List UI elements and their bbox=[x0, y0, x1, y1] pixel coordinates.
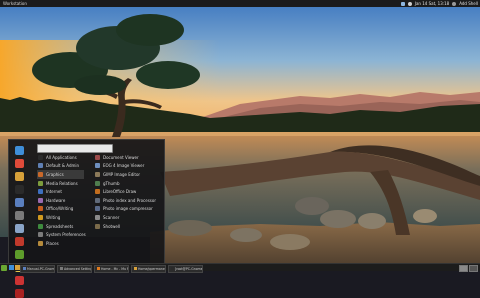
category-label: Places bbox=[46, 240, 59, 246]
volume-icon[interactable] bbox=[407, 1, 412, 6]
application-icon bbox=[95, 171, 100, 177]
application-item[interactable]: Photo image compressor bbox=[94, 205, 162, 214]
category-icon bbox=[38, 214, 43, 220]
category-icon bbox=[38, 240, 43, 246]
category-label: Office/Writing bbox=[46, 206, 74, 212]
category-item[interactable]: Office/Writing bbox=[37, 205, 89, 214]
taskbar-window-button[interactable]: Home - Mc - Mu Mozil bbox=[94, 264, 129, 273]
files-icon[interactable] bbox=[14, 172, 24, 181]
logout-icon[interactable] bbox=[14, 276, 24, 285]
category-icon bbox=[38, 197, 43, 203]
category-icon bbox=[38, 163, 43, 169]
category-label: Writing bbox=[46, 214, 61, 220]
category-icon bbox=[38, 171, 43, 177]
category-icon bbox=[38, 180, 43, 186]
workspace-2[interactable] bbox=[469, 265, 478, 272]
network-icon[interactable] bbox=[400, 1, 405, 6]
category-label: Internet bbox=[46, 189, 62, 195]
session-menu[interactable]: Add Shell bbox=[459, 0, 478, 7]
screenshot-icon[interactable] bbox=[14, 224, 24, 233]
system-icon[interactable] bbox=[14, 250, 24, 259]
mail-icon[interactable] bbox=[14, 198, 24, 207]
category-item[interactable]: All Applications bbox=[37, 153, 89, 162]
panel-title[interactable]: Workstation bbox=[3, 0, 27, 7]
category-item[interactable]: Hardware bbox=[37, 196, 89, 205]
power-icon[interactable] bbox=[14, 289, 24, 298]
application-icon bbox=[95, 206, 100, 212]
category-icon bbox=[38, 154, 43, 160]
user-icon[interactable] bbox=[452, 1, 457, 6]
application-item[interactable]: LibreOffice Draw bbox=[94, 187, 162, 196]
application-icon bbox=[95, 223, 100, 229]
application-icon bbox=[95, 189, 100, 195]
application-icon bbox=[95, 154, 100, 160]
category-icon bbox=[38, 232, 43, 238]
category-label: System Preferences bbox=[46, 232, 86, 238]
browser-launcher-icon[interactable] bbox=[9, 265, 14, 270]
panel-tray: Jan 14 Sat, 13:18 Add Shell bbox=[400, 0, 478, 7]
search-input[interactable] bbox=[37, 144, 113, 153]
calendar-icon[interactable] bbox=[14, 237, 24, 246]
application-label: EOG 4 Image Viewer bbox=[103, 163, 145, 169]
category-item[interactable]: Default & Admin bbox=[37, 162, 89, 171]
category-list: All Applications Default & Admin Graphics M… bbox=[37, 153, 89, 248]
favorites-bar bbox=[12, 146, 26, 298]
panel-clock[interactable]: Jan 14 Sat, 13:18 bbox=[415, 0, 449, 7]
settings-icon[interactable] bbox=[14, 211, 24, 220]
application-icon bbox=[95, 214, 100, 220]
category-label: Graphics bbox=[46, 171, 64, 177]
application-label: GIMP Image Editor bbox=[103, 171, 141, 177]
application-icon bbox=[95, 197, 100, 203]
application-label: Document Viewer bbox=[103, 154, 139, 160]
taskbar-window-button[interactable]: [root@PC-Gnome] - Mo bbox=[168, 264, 203, 273]
application-item[interactable]: gThumb bbox=[94, 179, 162, 188]
application-menu: All Applications Default & Admin Graphics M… bbox=[8, 139, 165, 298]
category-item[interactable]: Places bbox=[37, 239, 89, 248]
application-item[interactable]: Document Viewer bbox=[94, 153, 162, 162]
category-item[interactable]: Internet bbox=[37, 187, 89, 196]
category-icon bbox=[38, 223, 43, 229]
application-label: gThumb bbox=[103, 180, 120, 186]
application-list: Document Viewer EOG 4 Image Viewer GIMP Im… bbox=[94, 153, 162, 230]
taskbar-window-button[interactable]: Home/ppermanent - Mo bbox=[131, 264, 166, 273]
window-list: Manual-PC-Gnome - MuAdvanced SettingsHom… bbox=[20, 264, 203, 273]
application-label: Shotwell bbox=[103, 223, 121, 229]
application-item[interactable]: Photo index and Processor bbox=[94, 196, 162, 205]
application-item[interactable]: EOG 4 Image Viewer bbox=[94, 162, 162, 171]
terminal-icon[interactable] bbox=[14, 185, 24, 194]
category-icon bbox=[38, 189, 43, 195]
taskbar-window-button[interactable]: Manual-PC-Gnome - Mu bbox=[20, 264, 55, 273]
workspace-switcher bbox=[459, 265, 478, 272]
category-item[interactable]: Spreadsheets bbox=[37, 222, 89, 231]
category-item[interactable]: System Preferences bbox=[37, 230, 89, 239]
application-label: Scanner bbox=[103, 214, 120, 220]
application-label: LibreOffice Draw bbox=[103, 189, 137, 195]
application-item[interactable]: Scanner bbox=[94, 213, 162, 222]
workspace-1[interactable] bbox=[459, 265, 468, 272]
top-panel: Workstation Jan 14 Sat, 13:18 Add Shell bbox=[0, 0, 480, 7]
category-label: Hardware bbox=[46, 197, 66, 203]
application-label: Photo image compressor bbox=[103, 206, 153, 212]
application-icon bbox=[95, 180, 100, 186]
browser-icon[interactable] bbox=[14, 146, 24, 155]
category-label: Default & Admin bbox=[46, 163, 80, 169]
category-item[interactable]: Writing bbox=[37, 213, 89, 222]
category-item[interactable]: Graphics bbox=[37, 170, 84, 179]
software-icon[interactable] bbox=[14, 159, 24, 168]
category-label: Spreadsheets bbox=[46, 223, 74, 229]
application-item[interactable]: GIMP Image Editor bbox=[94, 170, 162, 179]
application-label: Photo index and Processor bbox=[103, 197, 156, 203]
category-icon bbox=[38, 206, 43, 212]
category-label: All Applications bbox=[46, 154, 77, 160]
taskbar-window-button[interactable]: Advanced Settings bbox=[57, 264, 92, 273]
category-item[interactable]: Media Relations bbox=[37, 179, 89, 188]
category-label: Media Relations bbox=[46, 180, 78, 186]
application-icon bbox=[95, 163, 100, 169]
application-item[interactable]: Shotwell bbox=[94, 222, 162, 231]
